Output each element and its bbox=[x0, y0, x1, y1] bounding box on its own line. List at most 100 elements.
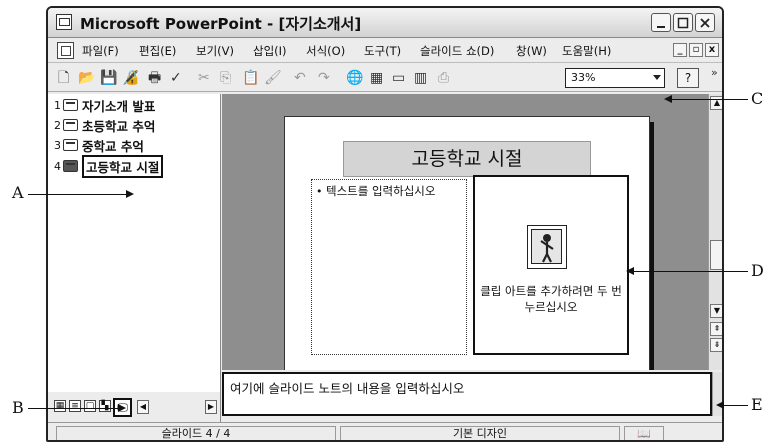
text-placeholder[interactable]: • 텍스트를 입력하십시오 bbox=[311, 179, 467, 355]
menu-insert[interactable]: 삽입(I) bbox=[253, 43, 287, 59]
slide-icon bbox=[63, 119, 78, 131]
textbox-icon[interactable]: ⎙ bbox=[438, 70, 449, 86]
menu-format[interactable]: 서식(O) bbox=[306, 43, 345, 59]
outline-item-number: 1 bbox=[54, 98, 61, 112]
close-icon bbox=[700, 18, 710, 28]
minimize-button[interactable] bbox=[651, 13, 671, 32]
bullet-icon: • bbox=[316, 185, 323, 198]
outline-item[interactable]: 3 중학교 추억 bbox=[54, 136, 144, 154]
clipart-icon[interactable] bbox=[527, 225, 567, 269]
slide-view-icon[interactable]: ▢ bbox=[84, 400, 96, 412]
document-icon[interactable] bbox=[57, 42, 74, 59]
menu-window[interactable]: 창(W) bbox=[516, 43, 547, 59]
callout-c-arrow-icon bbox=[664, 95, 672, 103]
print-icon[interactable]: 🖶 bbox=[148, 70, 161, 86]
slide-icon bbox=[63, 99, 78, 111]
outline-item-label: 초등학교 추억 bbox=[82, 118, 156, 134]
copy-icon[interactable]: ⎘ bbox=[220, 70, 231, 86]
close-button[interactable] bbox=[695, 13, 715, 32]
spelling-status-icon[interactable]: 📖 bbox=[624, 426, 664, 440]
callout-c: C bbox=[751, 89, 764, 108]
vertical-scrollbar[interactable]: ▲ ▼ ⇞ ⇟ bbox=[708, 94, 722, 370]
notes-scrollbar[interactable] bbox=[712, 372, 722, 416]
previous-slide-icon[interactable]: ⇞ bbox=[710, 322, 722, 336]
callout-a-arrow-icon bbox=[126, 190, 134, 198]
chart-icon[interactable]: ▥ bbox=[414, 70, 427, 86]
callout-d: D bbox=[751, 261, 764, 280]
save-icon[interactable]: 💾 bbox=[100, 70, 117, 86]
next-slide-icon[interactable]: ⇟ bbox=[710, 338, 722, 352]
toolbar-options-icon[interactable]: » bbox=[711, 66, 718, 79]
outline-item[interactable]: 1 자기소개 발표 bbox=[54, 96, 155, 114]
menu-file[interactable]: 파일(F) bbox=[82, 43, 119, 59]
title-bar: Microsoft PowerPoint - [자기소개서] bbox=[48, 8, 722, 38]
spelling-icon[interactable]: ✓ bbox=[170, 70, 182, 86]
callout-e-line bbox=[724, 405, 748, 406]
chevron-down-icon bbox=[653, 75, 661, 80]
scroll-right-icon[interactable]: ▶ bbox=[205, 400, 217, 414]
maximize-button[interactable] bbox=[673, 13, 693, 32]
clipart-placeholder[interactable]: 클립 아트를 추가하려면 두 번 누르십시오 bbox=[473, 175, 629, 355]
outline-item[interactable]: 2 초등학교 추억 bbox=[54, 116, 155, 134]
callout-b-arrow-icon bbox=[118, 404, 126, 412]
slide-icon bbox=[63, 160, 78, 172]
text-placeholder-label: 텍스트를 입력하십시오 bbox=[326, 184, 436, 198]
help-button[interactable]: ? bbox=[677, 68, 699, 88]
clipart-placeholder-label: 클립 아트를 추가하려면 두 번 누르십시오 bbox=[480, 284, 622, 314]
slide-editing-area: 고등학교 시절 • 텍스트를 입력하십시오 클립 아트를 추가하려면 두 번 누… bbox=[222, 94, 708, 370]
outline-item-selected[interactable]: 4 고등학교 시절 bbox=[54, 154, 164, 178]
outline-item-label: 고등학교 시절 bbox=[82, 154, 164, 178]
menu-tools[interactable]: 도구(T) bbox=[364, 43, 401, 59]
clipart-figure-icon bbox=[540, 234, 554, 263]
permission-icon[interactable]: 🔏 bbox=[122, 70, 139, 86]
format-painter-icon[interactable]: 🖌 bbox=[264, 70, 282, 86]
menu-bar: 파일(F) 편집(E) 보기(V) 삽입(I) 서식(O) 도구(T) 슬라이드… bbox=[48, 39, 722, 63]
scroll-left-icon[interactable]: ◀ bbox=[137, 400, 149, 414]
outline-item-label: 자기소개 발표 bbox=[82, 98, 156, 114]
design-status: 기본 디자인 bbox=[340, 426, 620, 440]
open-icon[interactable]: 📂 bbox=[78, 70, 95, 86]
scroll-down-icon[interactable]: ▼ bbox=[710, 304, 722, 318]
callout-c-line bbox=[672, 99, 748, 100]
slide-shadow bbox=[650, 122, 654, 370]
callout-e: E bbox=[751, 395, 763, 414]
redo-icon[interactable]: ↷ bbox=[318, 70, 330, 86]
notes-placeholder: 여기에 슬라이드 노트의 내용을 입력하십시오 bbox=[230, 381, 465, 396]
outline-pane: 1 자기소개 발표 2 초등학교 추억 3 중학교 추억 4 고등학교 시절 bbox=[48, 94, 221, 392]
slide-title[interactable]: 고등학교 시절 bbox=[343, 141, 591, 177]
powerpoint-app-icon[interactable] bbox=[56, 14, 72, 30]
outline-item-number: 4 bbox=[54, 159, 61, 173]
normal-view-icon[interactable]: ▦ bbox=[54, 400, 66, 412]
tables-borders-icon[interactable]: ▭ bbox=[392, 70, 405, 86]
hyperlink-icon[interactable]: 🌐 bbox=[346, 70, 363, 86]
menu-slideshow[interactable]: 슬라이드 쇼(D) bbox=[420, 43, 494, 59]
zoom-value: 33% bbox=[571, 71, 596, 84]
slide-position-status: 슬라이드 4 / 4 bbox=[56, 426, 336, 440]
minimize-icon bbox=[657, 26, 665, 28]
slide-canvas[interactable]: 고등학교 시절 • 텍스트를 입력하십시오 클립 아트를 추가하려면 두 번 누… bbox=[284, 116, 650, 370]
callout-a-line bbox=[28, 194, 128, 195]
status-bar: 슬라이드 4 / 4 기본 디자인 📖 bbox=[48, 422, 722, 440]
scroll-thumb[interactable] bbox=[710, 240, 722, 270]
table-icon[interactable]: ▦ bbox=[370, 70, 383, 86]
paste-icon[interactable]: 📋 bbox=[242, 70, 259, 86]
outline-view-icon[interactable]: ≡ bbox=[69, 400, 81, 412]
slide-icon bbox=[63, 139, 78, 151]
zoom-dropdown[interactable]: 33% bbox=[565, 68, 665, 88]
callout-b-line bbox=[28, 408, 120, 409]
new-icon[interactable]: 🗋 bbox=[58, 70, 69, 86]
menu-view[interactable]: 보기(V) bbox=[196, 43, 234, 59]
menu-edit[interactable]: 편집(E) bbox=[139, 43, 176, 59]
doc-close-button[interactable]: x bbox=[705, 43, 719, 57]
cut-icon[interactable]: ✂ bbox=[198, 70, 210, 86]
maximize-icon bbox=[677, 17, 689, 29]
powerpoint-window: Microsoft PowerPoint - [자기소개서] 파일(F) 편집(… bbox=[46, 6, 724, 442]
doc-restore-button[interactable]: ▫ bbox=[689, 43, 703, 57]
slide-sorter-view-icon[interactable]: ▚ bbox=[99, 400, 111, 412]
undo-icon[interactable]: ↶ bbox=[294, 70, 306, 86]
window-title: Microsoft PowerPoint - [자기소개서] bbox=[80, 15, 362, 33]
doc-minimize-button[interactable]: _ bbox=[673, 43, 687, 57]
notes-pane[interactable]: 여기에 슬라이드 노트의 내용을 입력하십시오 bbox=[222, 372, 712, 416]
menu-help[interactable]: 도움말(H) bbox=[562, 43, 611, 59]
view-buttons-bar: ▦ ≡ ▢ ▚ 🖵 ◀ ▶ bbox=[48, 392, 221, 422]
